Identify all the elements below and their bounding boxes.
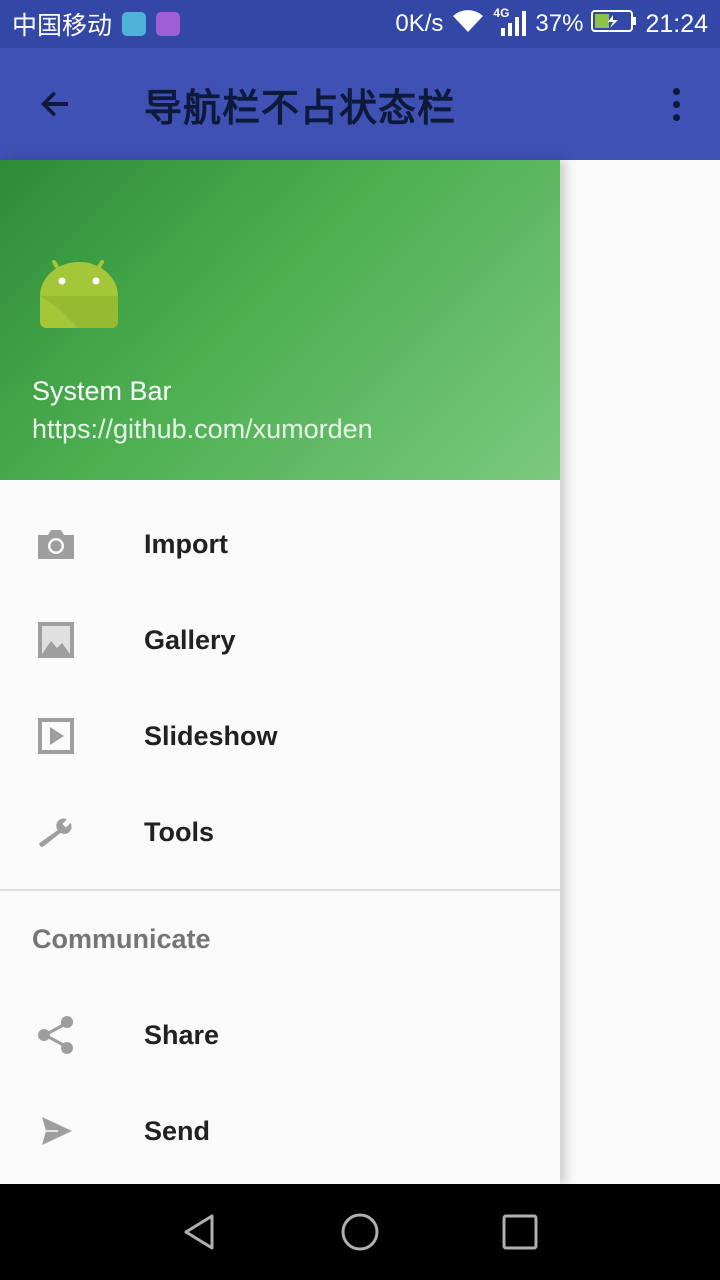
nav-back-button[interactable]: [170, 1202, 230, 1262]
menu-item-slideshow[interactable]: Slideshow: [0, 688, 560, 784]
clock: 21:24: [645, 9, 708, 38]
status-bar: 中国移动 0K/s 4G 37% 21:24: [0, 0, 720, 48]
section-title: Communicate: [32, 923, 211, 954]
carrier-label: 中国移动: [12, 12, 113, 40]
nav-home-button[interactable]: [330, 1202, 390, 1262]
gallery-notification-icon: [156, 12, 181, 36]
menu-item-import[interactable]: Import: [0, 496, 560, 592]
menu-item-send[interactable]: Send: [0, 1083, 560, 1179]
navigation-drawer: System Bar https://github.com/xumorden I…: [0, 160, 560, 1184]
status-left: 中国移动: [0, 6, 181, 42]
menu-item-gallery[interactable]: Gallery: [0, 592, 560, 688]
triangle-back-icon: [184, 1214, 214, 1250]
header-title: System Bar: [32, 376, 172, 406]
menu-item-label: Tools: [144, 816, 214, 847]
menu-item-label: Import: [144, 528, 228, 559]
menu-list: Import Gallery Slideshow Tools Communica…: [0, 480, 560, 1179]
android-notification-icon: [122, 12, 147, 36]
circle-home-icon: [341, 1213, 379, 1251]
screen: 中国移动 0K/s 4G 37% 21:24 导航栏不占状态栏 System B…: [0, 0, 720, 1280]
battery-percent: 37%: [535, 10, 584, 37]
gallery-icon: [36, 620, 76, 660]
wifi-icon: [451, 8, 485, 41]
square-recents-icon: [502, 1214, 538, 1250]
net-speed: 0K/s: [395, 10, 444, 37]
menu-item-label: Slideshow: [144, 720, 278, 751]
menu-item-share[interactable]: Share: [0, 987, 560, 1083]
back-arrow-icon: [41, 91, 68, 117]
menu-item-label: Share: [144, 1019, 220, 1050]
share-icon: [36, 1015, 76, 1055]
page-title: 导航栏不占状态栏: [144, 85, 457, 130]
send-icon: [36, 1111, 76, 1151]
android-logo-icon: [38, 248, 120, 339]
menu-item-label: Send: [144, 1115, 211, 1146]
menu-item-label: Gallery: [144, 624, 236, 655]
battery-icon: [591, 9, 637, 40]
overflow-menu-button[interactable]: [656, 68, 696, 140]
drawer-header: System Bar https://github.com/xumorden: [0, 160, 560, 480]
header-subtitle[interactable]: https://github.com/xumorden: [32, 414, 373, 445]
slideshow-icon: [36, 716, 76, 756]
overflow-dot-icon: [672, 113, 680, 121]
status-right: 0K/s 4G 37% 21:24: [395, 6, 720, 41]
wrench-icon: [36, 812, 76, 852]
back-button[interactable]: [20, 68, 92, 140]
overflow-dot-icon: [672, 100, 680, 108]
menu-item-tools[interactable]: Tools: [0, 784, 560, 880]
signal-icon: 4G: [493, 6, 527, 38]
camera-icon: [36, 524, 76, 564]
nav-recents-button[interactable]: [490, 1202, 550, 1262]
overflow-dot-icon: [672, 87, 680, 95]
main-content[interactable]: [560, 160, 720, 1184]
toolbar: 导航栏不占状态栏: [0, 48, 720, 160]
system-nav-bar: [0, 1184, 720, 1280]
